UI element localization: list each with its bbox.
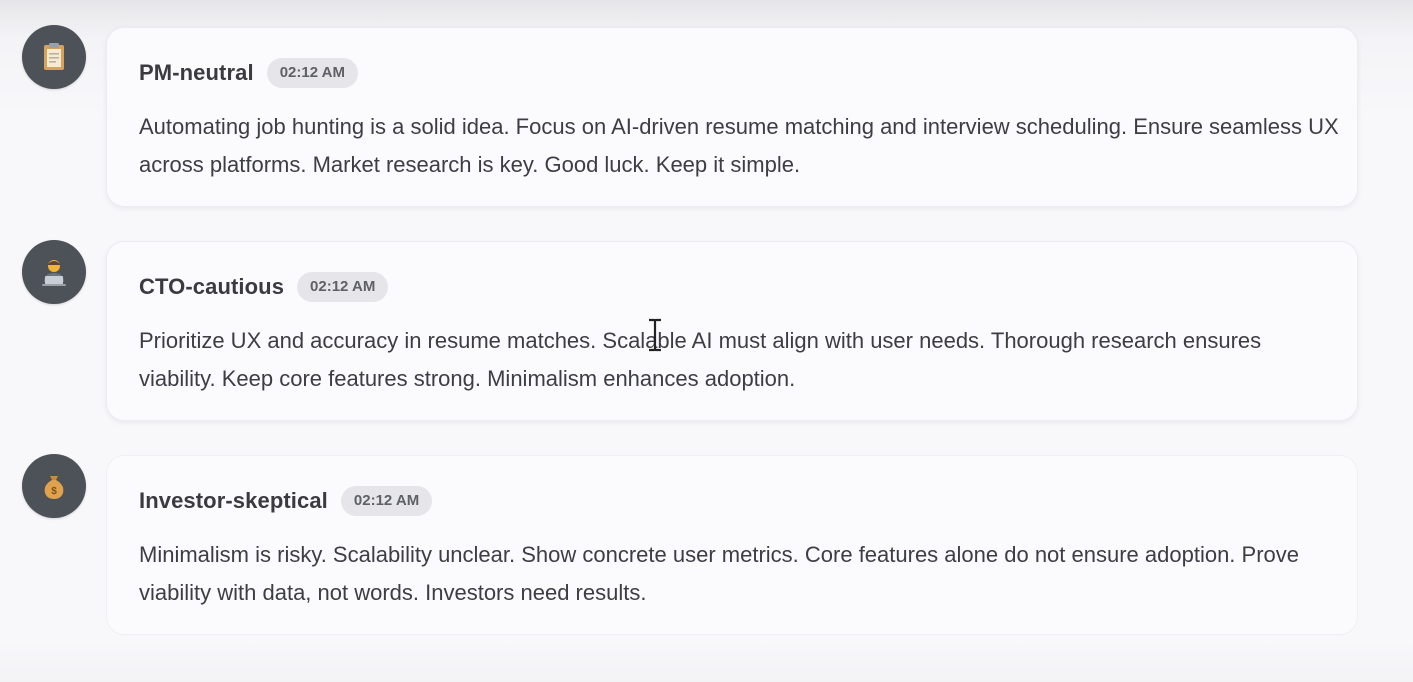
avatar[interactable] [22,25,86,89]
message-feed[interactable]: PM-neutral 02:12 AM Automating job hunti… [0,0,1413,682]
message-header: CTO-cautious 02:12 AM [139,272,389,302]
message-text: Automating job hunting is a solid idea. … [139,114,1339,177]
message-card: PM-neutral 02:12 AM Automating job hunti… [106,27,1358,207]
bottom-fade [0,640,1413,682]
svg-text:$: $ [51,486,57,497]
timestamp-badge: 02:12 AM [297,272,389,302]
message-text: Minimalism is risky. Scalability unclear… [139,542,1300,605]
sender-name: CTO-cautious [139,274,285,299]
technologist-icon [42,260,66,286]
avatar[interactable] [22,240,86,304]
money-bag-icon: $ [44,476,64,499]
message-card: CTO-cautious 02:12 AM Prioritize UX and … [106,241,1358,421]
clipboard-icon [44,43,64,70]
text-cursor-icon [649,318,661,352]
message-text: Prioritize UX and accuracy in resume mat… [139,328,1262,391]
sender-name: PM-neutral [139,60,254,85]
sender-name: Investor-skeptical [139,488,328,513]
message-card: Investor-skeptical 02:12 AM Minimalism i… [106,455,1358,635]
message-header: PM-neutral 02:12 AM [139,58,358,88]
timestamp-badge: 02:12 AM [266,58,358,88]
avatar[interactable]: $ [22,454,86,518]
timestamp-badge: 02:12 AM [340,486,433,516]
message-header: Investor-skeptical 02:12 AM [139,486,433,516]
